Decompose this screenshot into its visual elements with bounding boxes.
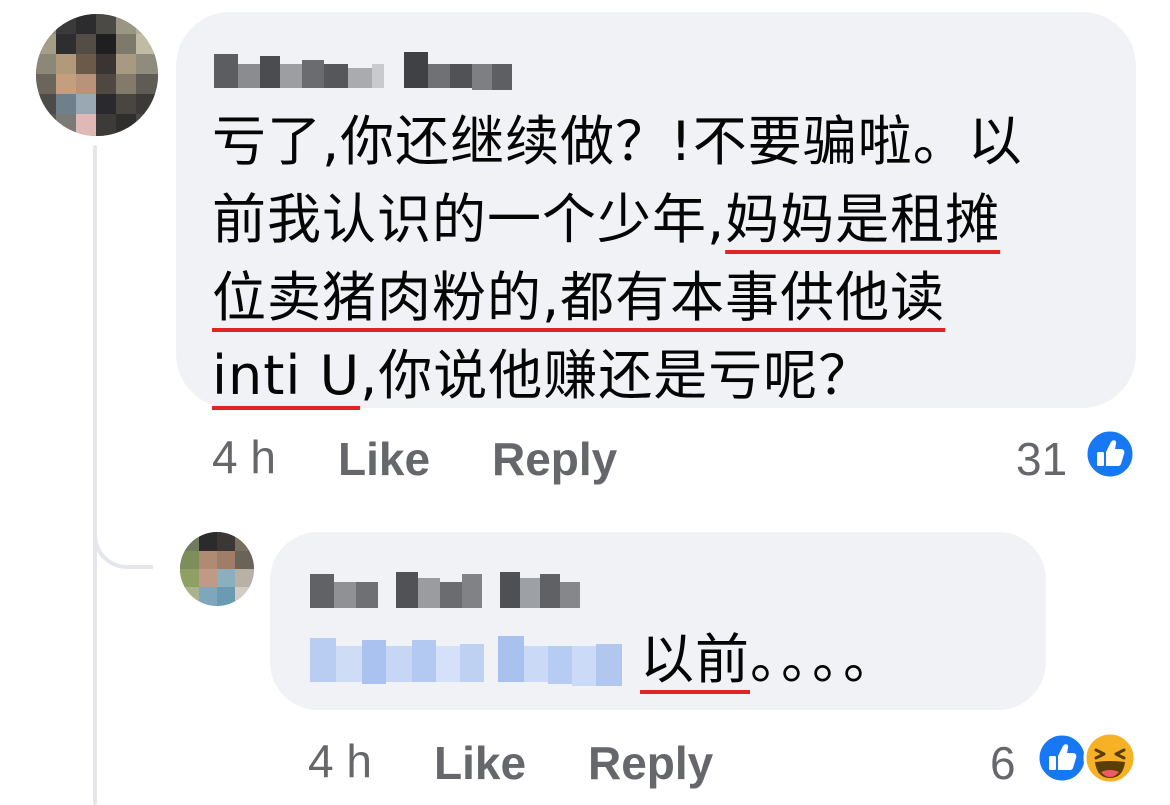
like-button[interactable]: Like: [434, 736, 526, 790]
underlined-text: 妈妈是租摊: [725, 188, 1001, 251]
avatar[interactable]: [36, 14, 158, 136]
underlined-text: inti U: [212, 344, 361, 407]
like-button[interactable]: Like: [338, 432, 430, 486]
mention-tag[interactable]: [310, 630, 622, 688]
underlined-text: 位卖猪肉粉的,都有本事供他读: [212, 266, 946, 329]
text-segment: 前我认识的一个少年,: [212, 188, 726, 251]
reply-text: 以前。。。。: [640, 624, 901, 696]
like-icon[interactable]: [1084, 428, 1136, 480]
thread-connector: [93, 485, 153, 569]
avatar[interactable]: [180, 532, 254, 606]
author-name[interactable]: [214, 50, 512, 90]
text-segment: ,你说他赚还是亏呢？: [360, 344, 874, 407]
comment-line: 亏了,你还继续做？!不要骗啦。以: [212, 106, 1023, 178]
reply-button[interactable]: Reply: [492, 432, 617, 486]
underlined-text: 以前: [640, 628, 750, 691]
text-segment: 亏了,你还继续做？!不要骗啦。以: [212, 110, 1023, 173]
comment-line: 位卖猪肉粉的,都有本事供他读: [212, 262, 1023, 334]
timestamp[interactable]: 4 h: [212, 430, 276, 484]
reply-button[interactable]: Reply: [588, 736, 713, 790]
like-icon[interactable]: [1036, 732, 1088, 784]
comment-text: 亏了,你还继续做？!不要骗啦。以 前我认识的一个少年,妈妈是租摊 位卖猪肉粉的,…: [212, 106, 1023, 412]
reaction-count[interactable]: 6: [990, 736, 1016, 790]
reaction-count[interactable]: 31: [1016, 432, 1067, 486]
comment-line: inti U,你说他赚还是亏呢？: [212, 340, 1023, 412]
timestamp[interactable]: 4 h: [308, 734, 372, 788]
haha-icon[interactable]: [1082, 730, 1138, 786]
text-segment: 。。。。: [750, 628, 901, 691]
thread-line: [93, 145, 97, 805]
comment-line: 前我认识的一个少年,妈妈是租摊: [212, 184, 1023, 256]
author-name[interactable]: [310, 568, 580, 610]
